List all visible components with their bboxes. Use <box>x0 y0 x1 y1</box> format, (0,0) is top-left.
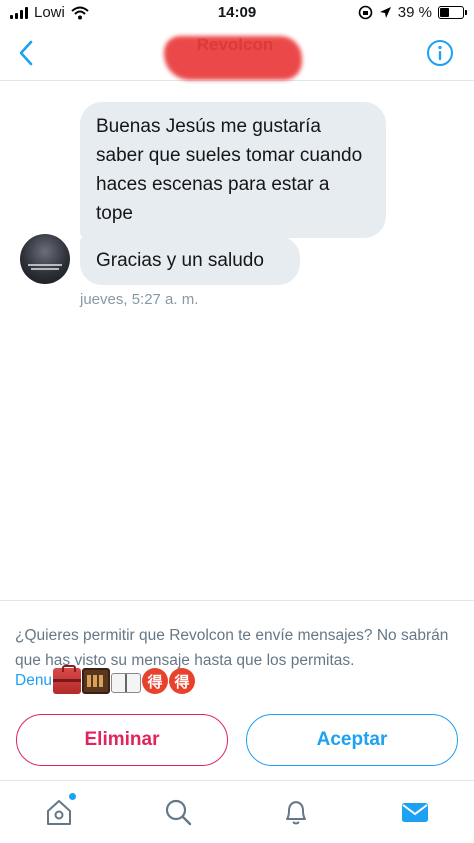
report-link[interactable]: Denu <box>15 672 52 690</box>
battery-icon <box>438 6 467 19</box>
sender-avatar[interactable] <box>20 234 70 284</box>
status-bar: Lowi 14:09 39 % <box>0 0 474 26</box>
message-timestamp: jueves, 5:27 a. m. <box>80 291 199 308</box>
battery-fill <box>440 8 449 17</box>
rotation-lock-icon <box>358 5 373 20</box>
bell-icon <box>286 801 306 825</box>
advantage-emoji-icon: 得 <box>169 668 196 694</box>
abacus-emoji-icon <box>82 668 111 694</box>
request-prompt: ¿Quieres permitir que Revolcon te envíe … <box>15 627 449 669</box>
conversation-header: Revolcon <box>0 26 474 81</box>
mail-icon <box>402 803 428 822</box>
open-book-emoji-icon <box>111 673 142 693</box>
conversation-title: Revolcon <box>160 34 310 80</box>
tab-notifications[interactable] <box>281 797 311 827</box>
conversation-title-text: Revolcon <box>196 35 274 54</box>
chevron-left-icon <box>19 40 33 66</box>
home-icon <box>47 800 71 825</box>
toolbox-emoji-icon <box>53 665 82 694</box>
search-icon <box>165 799 192 826</box>
location-icon <box>379 7 391 18</box>
tab-home[interactable] <box>44 793 76 827</box>
emoji-overlay: 得 得 <box>53 665 196 694</box>
tab-search[interactable] <box>163 797 193 827</box>
tab-bar <box>0 780 474 843</box>
accept-button[interactable]: Aceptar <box>246 714 458 766</box>
tab-messages[interactable] <box>400 797 430 827</box>
message-thread: Buenas Jesús me gustaría saber que suele… <box>0 82 474 600</box>
info-button[interactable] <box>426 39 454 67</box>
report-row: Denu 得 得 <box>15 665 196 694</box>
back-button[interactable] <box>12 38 42 68</box>
info-icon <box>427 40 453 66</box>
advantage-emoji-icon: 得 <box>142 668 169 694</box>
status-right: 39 % <box>358 4 467 21</box>
message-bubble: Gracias y un saludo <box>80 236 300 285</box>
notification-dot <box>69 793 76 800</box>
delete-button[interactable]: Eliminar <box>16 714 228 766</box>
message-request-panel: ¿Quieres permitir que Revolcon te envíe … <box>0 600 474 780</box>
message-bubble: Buenas Jesús me gustaría saber que suele… <box>80 102 386 238</box>
battery-percent: 39 % <box>397 4 432 21</box>
